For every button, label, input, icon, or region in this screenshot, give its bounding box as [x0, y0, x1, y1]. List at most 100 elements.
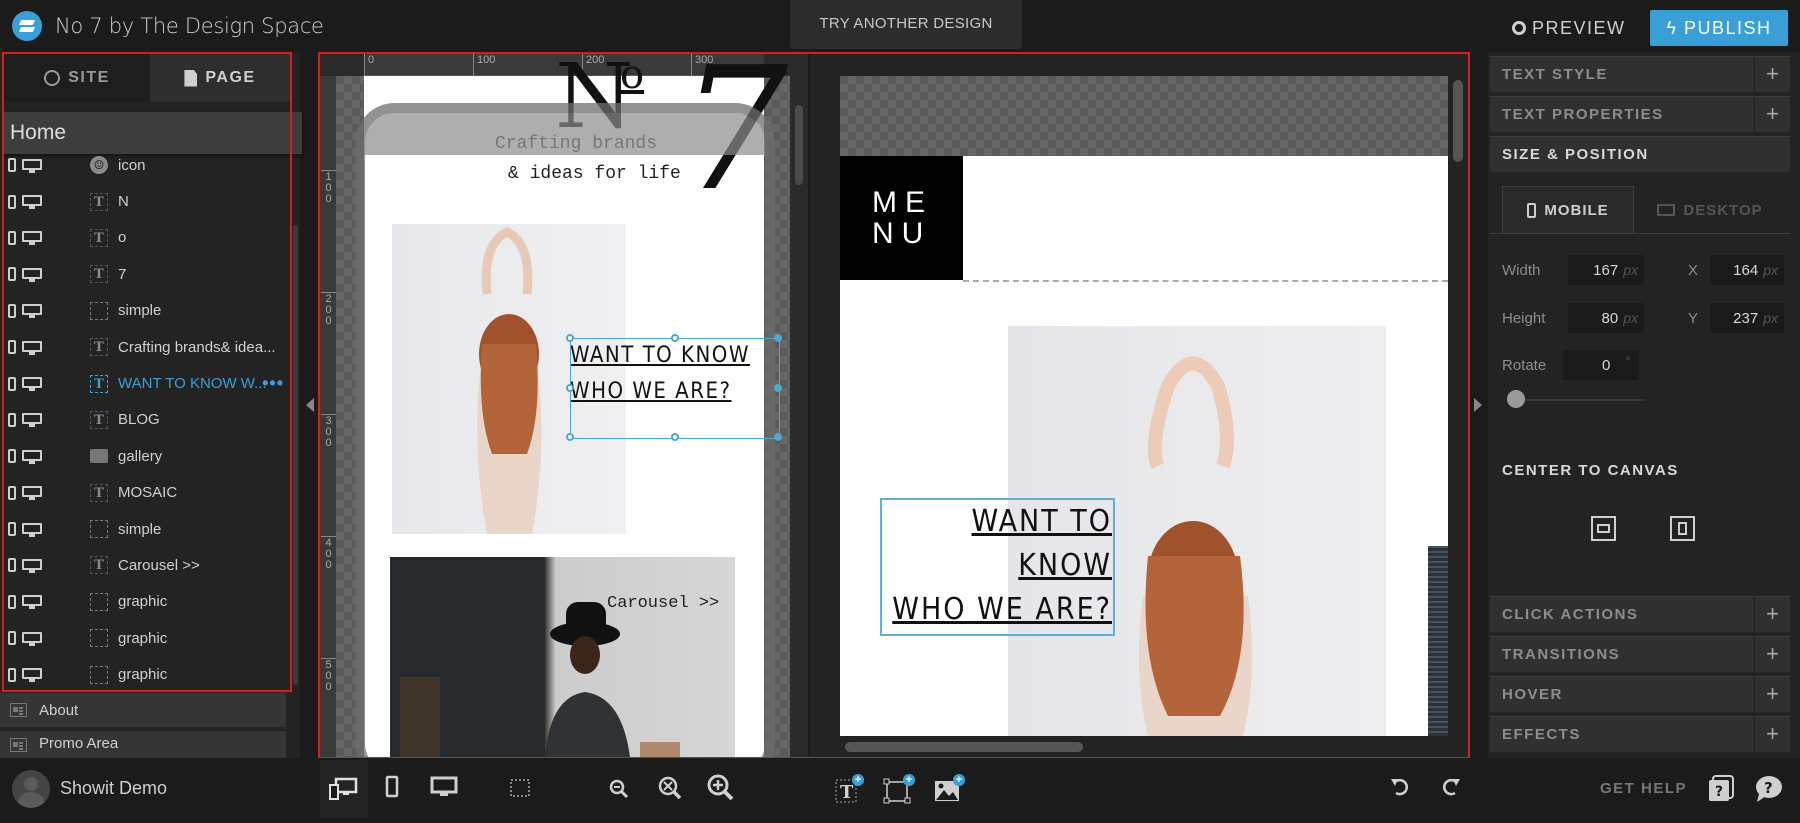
carousel-photo[interactable] — [390, 557, 735, 757]
expand-plus-icon[interactable]: + — [1754, 96, 1790, 133]
mobile-visible-icon[interactable] — [8, 449, 16, 464]
mobile-visible-icon[interactable] — [8, 522, 16, 537]
expand-plus-icon[interactable]: + — [1754, 636, 1790, 673]
mobile-visible-icon[interactable] — [8, 194, 16, 209]
mobile-visible-icon[interactable] — [8, 558, 16, 573]
mobile-visible-icon[interactable] — [8, 340, 16, 355]
undo-icon[interactable] — [1389, 776, 1411, 798]
layer-item[interactable]: T BLOG — [4, 402, 290, 438]
desktop-visible-icon[interactable] — [22, 413, 42, 428]
resize-handle-sw[interactable] — [566, 433, 574, 441]
section-text-properties[interactable]: TEXT PROPERTIES + — [1490, 96, 1790, 133]
publish-button[interactable]: ϟ PUBLISH — [1650, 10, 1788, 46]
tab-site[interactable]: SITE — [4, 54, 150, 102]
layer-item[interactable]: graphic — [4, 584, 290, 620]
desktop-visible-icon[interactable] — [22, 486, 42, 501]
section-effects[interactable]: EFFECTS + — [1490, 716, 1790, 753]
collapse-right-panel-arrow-icon[interactable] — [1474, 398, 1482, 412]
preview-button[interactable]: PREVIEW — [1512, 14, 1626, 42]
collapse-left-panel-arrow-icon[interactable] — [306, 398, 314, 412]
desktop-visible-icon[interactable] — [22, 558, 42, 573]
avatar[interactable] — [12, 770, 50, 808]
tagline-line-1[interactable]: Crafting brands — [495, 134, 657, 154]
rotate-slider-track[interactable] — [1512, 399, 1644, 401]
menu-button-block[interactable]: ME NU — [840, 156, 963, 280]
expand-plus-icon[interactable]: + — [1754, 56, 1790, 93]
desktop-visible-icon[interactable] — [22, 668, 42, 683]
desktop-visible-icon[interactable] — [22, 595, 42, 610]
more-options-icon[interactable]: ••• — [262, 373, 284, 394]
mobile-visible-icon[interactable] — [8, 594, 16, 609]
add-shape-button[interactable]: + — [883, 774, 917, 804]
tagline-line-2[interactable]: & ideas for life — [508, 164, 681, 184]
tab-desktop[interactable]: DESKTOP — [1640, 186, 1780, 234]
section-text-style[interactable]: TEXT STYLE + — [1490, 56, 1790, 93]
layer-item[interactable]: T Crafting brands& idea... — [4, 329, 290, 365]
showit-logo-icon[interactable] — [12, 11, 42, 41]
mobile-visible-icon[interactable] — [8, 267, 16, 282]
desktop-visible-icon[interactable] — [22, 377, 42, 392]
desktop-visible-icon[interactable] — [22, 231, 42, 246]
expand-plus-icon[interactable]: + — [1754, 716, 1790, 753]
layer-item[interactable]: simple — [4, 293, 290, 329]
resize-handle-ne[interactable] — [774, 334, 782, 342]
grid-toggle-icon[interactable] — [507, 776, 533, 800]
resize-handle-w[interactable] — [566, 384, 574, 392]
desktop-visible-icon[interactable] — [22, 522, 42, 537]
mobile-visible-icon[interactable] — [8, 485, 16, 500]
resize-handle-n[interactable] — [671, 334, 679, 342]
layer-list-scrollbar[interactable] — [293, 225, 298, 685]
center-horizontal-icon[interactable] — [1670, 516, 1695, 541]
rotate-input[interactable]: 0 ° — [1563, 350, 1639, 380]
layer-item[interactable]: T7 — [4, 256, 290, 292]
desktop-visible-icon[interactable] — [22, 304, 42, 319]
width-input[interactable]: 167 px — [1568, 255, 1644, 285]
desktop-view-icon[interactable] — [430, 776, 458, 798]
resize-handle-s[interactable] — [671, 433, 679, 441]
user-name[interactable]: Showit Demo — [60, 778, 167, 799]
page-item-promo-area[interactable]: Promo Area — [0, 731, 286, 758]
desktop-visible-icon[interactable] — [22, 195, 42, 210]
resize-handle-e[interactable] — [774, 384, 782, 392]
resize-handle-se[interactable] — [774, 433, 782, 441]
mobile-visible-icon[interactable] — [8, 667, 16, 682]
help-chat-button[interactable]: ? — [1754, 774, 1784, 804]
mobile-canvas-scrollbar[interactable] — [795, 105, 803, 185]
section-transitions[interactable]: TRANSITIONS + — [1490, 636, 1790, 673]
logo-letter-o[interactable]: o — [620, 55, 644, 95]
desktop-visible-icon[interactable] — [22, 449, 42, 464]
tab-page[interactable]: PAGE — [150, 54, 290, 102]
layer-item[interactable]: graphic — [4, 620, 290, 656]
layer-item[interactable]: gallery — [4, 438, 290, 474]
zoom-reset-icon[interactable] — [657, 775, 683, 801]
center-vertical-icon[interactable] — [1591, 516, 1616, 541]
desktop-visible-icon[interactable] — [22, 158, 42, 173]
redo-icon[interactable] — [1440, 776, 1462, 798]
layer-item[interactable]: TN — [4, 183, 290, 219]
desktop-selection-box[interactable] — [880, 498, 1115, 636]
section-click-actions[interactable]: CLICK ACTIONS + — [1490, 596, 1790, 633]
help-docs-button[interactable]: ? — [1707, 774, 1735, 802]
mobile-visible-icon[interactable] — [8, 303, 16, 318]
x-input[interactable]: 164 px — [1710, 255, 1784, 285]
add-text-button[interactable]: T + — [834, 774, 864, 804]
selection-box[interactable] — [566, 334, 782, 441]
zoom-out-icon[interactable] — [608, 778, 630, 800]
section-size-position[interactable]: SIZE & POSITION — [1490, 136, 1790, 172]
layer-item[interactable]: To — [4, 220, 290, 256]
carousel-link-text[interactable]: Carousel >> — [607, 594, 719, 613]
tab-mobile[interactable]: MOBILE — [1502, 186, 1634, 234]
layer-item[interactable]: T MOSAIC — [4, 475, 290, 511]
add-image-button[interactable]: + — [933, 774, 967, 804]
y-input[interactable]: 237 px — [1710, 303, 1784, 333]
get-help-link[interactable]: GET HELP — [1600, 780, 1687, 797]
resize-handle-nw[interactable] — [566, 334, 574, 342]
layer-item[interactable]: ☺ icon — [4, 147, 290, 183]
rotate-slider-thumb[interactable] — [1507, 390, 1525, 408]
expand-plus-icon[interactable]: + — [1754, 676, 1790, 713]
layer-item[interactable]: graphic — [4, 656, 290, 692]
desktop-visible-icon[interactable] — [22, 267, 42, 282]
expand-plus-icon[interactable]: + — [1754, 596, 1790, 633]
desktop-vertical-scrollbar[interactable] — [1453, 80, 1463, 162]
page-item-about[interactable]: About — [0, 693, 286, 727]
